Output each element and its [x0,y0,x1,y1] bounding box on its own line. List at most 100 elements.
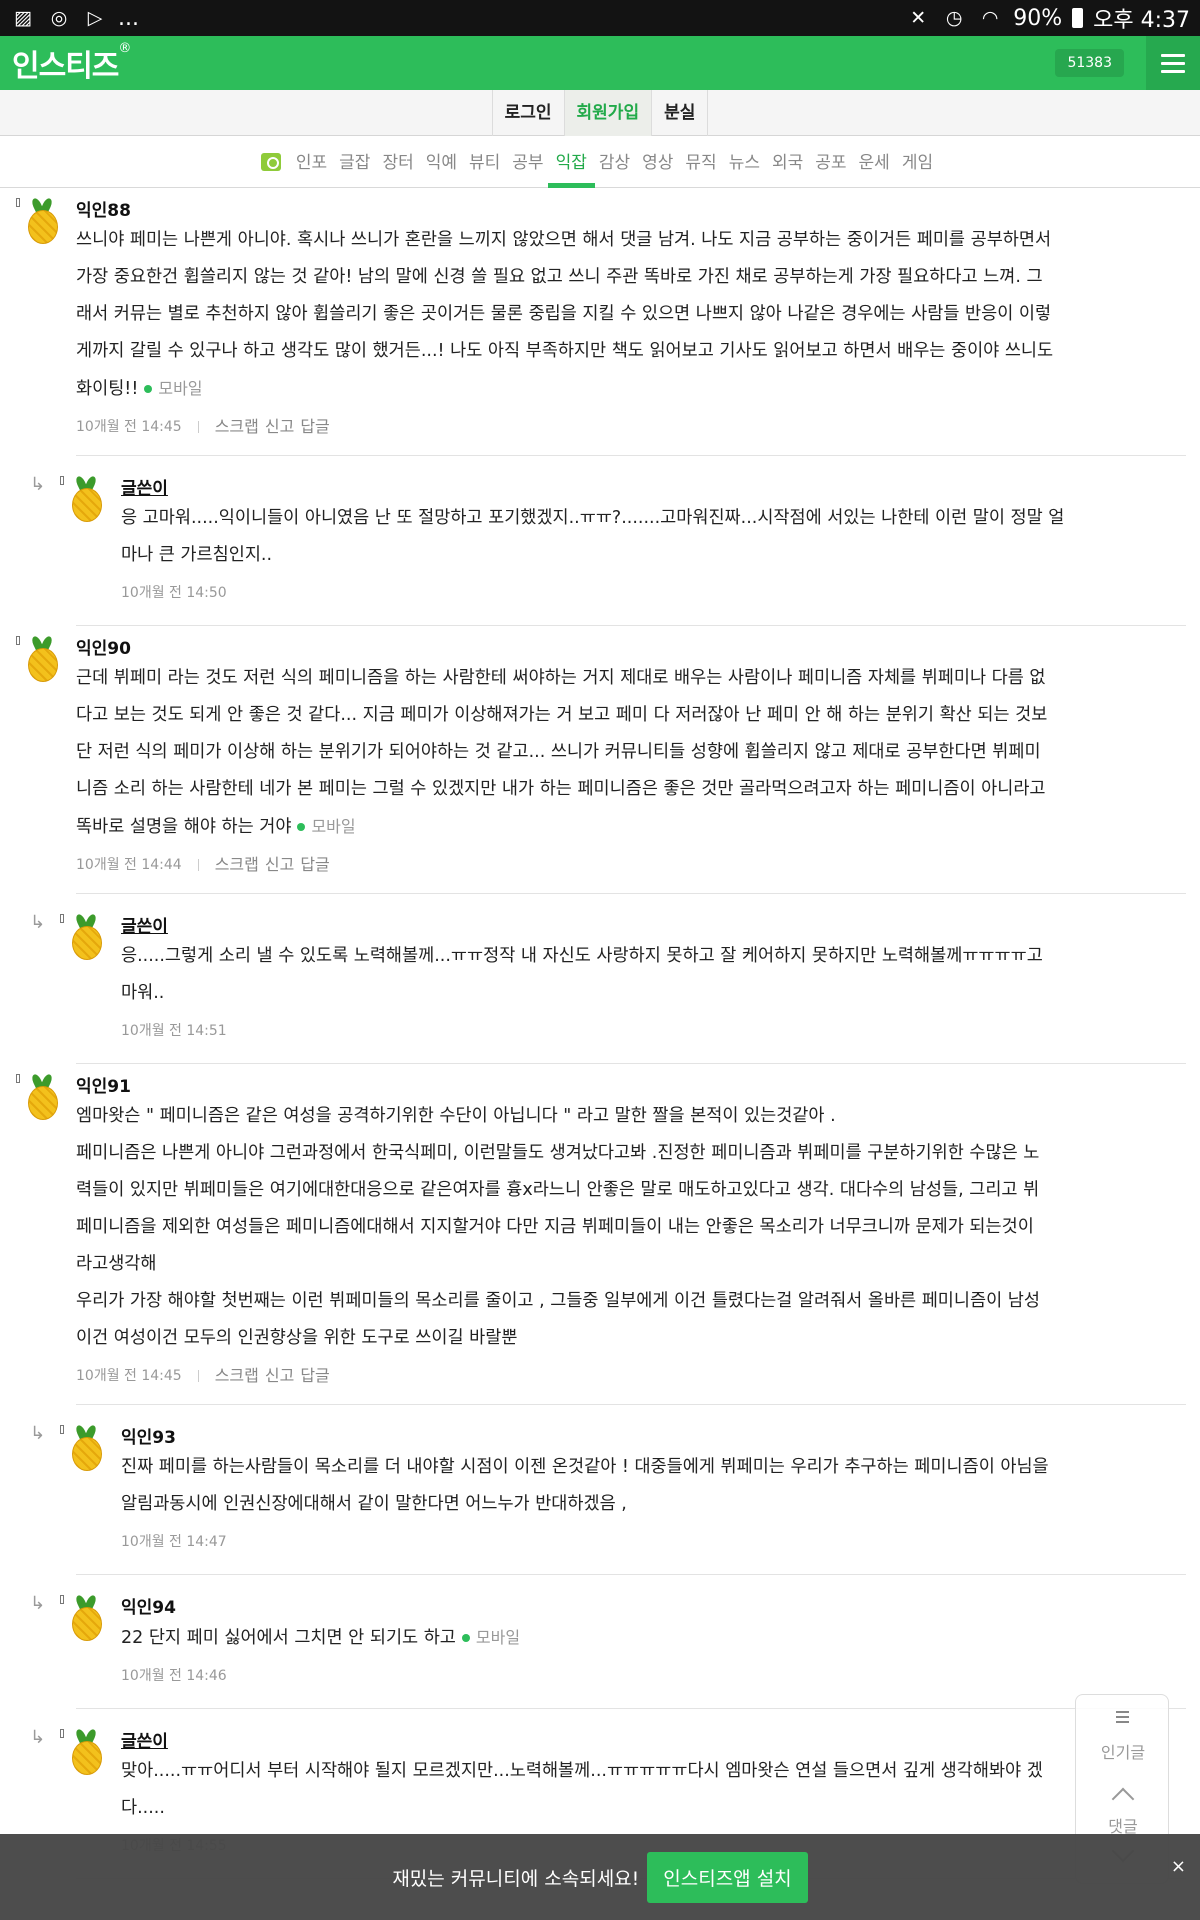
comment-body: 응 고마워.....익이니들이 아니였음 난 또 절망하고 포기했겠지..ㅠㅠ?… [121,500,1190,574]
comment-author[interactable]: 익인91 [76,1076,1190,1098]
comment-time: 10개월 전 14:45 [76,1368,182,1384]
category-tab[interactable]: 공포 [809,148,852,187]
comment-body: 맞아.....ㅠㅠ어디서 부터 시작해야 될지 모르겠지만...노력해볼께...… [121,1753,1190,1827]
hamburger-menu-icon[interactable] [1146,36,1200,90]
avatar [60,914,106,962]
comment-line: 이건 여성이건 모두의 인권향상을 위한 도구로 쓰이길 바랄뿐 [76,1328,518,1348]
comment-meta: 10개월 전 14:51 [121,1012,1190,1050]
avatar [16,198,62,246]
list-icon[interactable] [1116,1711,1129,1726]
close-banner-icon[interactable]: × [1171,1856,1186,1877]
comment-line: 단 저런 식의 페미가 이상해 하는 분위기가 되어야하는 것 같고... 쓰니… [76,742,1041,762]
more-notifications: ... [118,5,139,31]
app-install-banner: 재밌는 커뮤니티에 소속되세요! 인스티즈앱 설치 × [0,1834,1200,1920]
install-app-button[interactable]: 인스티즈앱 설치 [647,1851,808,1903]
category-tab[interactable]: 인포 [290,148,333,187]
image-icon: ▨ [14,7,32,29]
comment-author[interactable]: 익인94 [121,1597,1190,1619]
wifi-icon: ◠ [981,7,999,29]
comment: 익인90 근데 뷔페미 라는 것도 저런 식의 페미니즘을 하는 사람한테 써야하… [0,626,1200,894]
reply-comment: ↳ 익인94 22 단지 페미 싫어에서 그치면 안 되기도 하고 모바일 10개월 전… [0,1575,1200,1709]
avatar [60,1425,106,1473]
comment-line: 가장 중요한건 휩쓸리지 않는 것 같아! 남의 말에 신경 쓸 필요 없고 쓰… [76,267,1043,287]
category-tab[interactable]: 익잡 [547,148,596,188]
comment-body: 응.....그렇게 소리 낼 수 있도록 노력해볼께...ㅠㅠ정작 내 자신도 … [121,938,1190,1012]
comment-line: 맞아.....ㅠㅠ어디서 부터 시작해야 될지 모르겠지만...노력해볼께...… [121,1761,1043,1781]
site-logo[interactable]: 인스티즈® [0,41,131,85]
mute-icon: ✕ [910,7,927,29]
comment-line: 우리가 가장 해야할 첫번째는 이런 뷔페미들의 목소리를 줄이고 , 그들중 … [76,1291,1040,1311]
category-tab[interactable]: 뉴스 [723,148,766,187]
comment-line: 응.....그렇게 소리 낼 수 있도록 노력해볼께...ㅠㅠ정작 내 자신도 … [121,946,1043,966]
comment-author[interactable]: 익인88 [76,200,1190,222]
comment-line: 니즘 소리 하는 사람한테 네가 본 페미는 그럴 수 있겠지만 내가 하는 페… [76,779,1046,799]
play-icon: ▷ [87,7,103,29]
comment-body: 22 단지 페미 싫어에서 그치면 안 되기도 하고 모바일 [121,1619,1190,1657]
comment-line: 똑바로 설명을 해야 하는 거야 모바일 [76,817,356,837]
auth-bar: 로그인 회원가입 분실 [0,89,1200,136]
reply-button[interactable]: 답글 [300,408,329,446]
avatar [60,476,106,524]
lost-account-link[interactable]: 분실 [652,89,709,136]
comment-line: 엠마왓슨 " 페미니즘은 같은 여성을 공격하기위한 수단이 아닙니다 " 라고… [76,1106,836,1126]
avatar [60,1595,106,1643]
signup-link[interactable]: 회원가입 [564,89,653,136]
category-tab[interactable]: 게임 [896,148,939,187]
visitor-counter: 51383 [1055,49,1124,77]
report-button[interactable]: 신고 [265,846,294,884]
comment-line: 22 단지 페미 싫어에서 그치면 안 되기도 하고 모바일 [121,1628,521,1648]
comment-line: 응 고마워.....익이니들이 아니였음 난 또 절망하고 포기했겠지..ㅠㅠ?… [121,508,1065,528]
reply-button[interactable]: 답글 [300,846,329,884]
category-tab[interactable]: 글잡 [333,148,376,187]
category-tab[interactable]: 뷰티 [463,148,506,187]
category-tab[interactable]: 운세 [853,148,896,187]
comment-author[interactable]: 익인93 [121,1427,1190,1449]
comment-line: 화이팅!! 모바일 [76,379,203,399]
report-button[interactable]: 신고 [265,1357,294,1395]
category-tab[interactable]: 감상 [593,148,636,187]
comment-time: 10개월 전 14:45 [76,419,182,435]
scroll-up-icon[interactable] [1111,1787,1135,1811]
category-tab[interactable]: 외국 [766,148,809,187]
comment-body: 엠마왓슨 " 페미니즘은 같은 여성을 공격하기위한 수단이 아닙니다 " 라고… [76,1098,1190,1357]
comment: 익인88 쓰니야 페미는 나쁜게 아니야. 혹시나 쓰니가 혼란을 느끼지 않았으… [0,188,1200,456]
comment-line: 알림과동시에 인권신장에대해서 같이 말한다면 어느누가 반대하겠음 , [121,1494,627,1514]
comment-author[interactable]: 글쓴이 [121,916,1190,938]
reply-comment: ↳ 글쓴이 응.....그렇게 소리 낼 수 있도록 노력해볼께...ㅠㅠ정작 내 … [0,894,1200,1064]
mobile-label: 모바일 [158,379,203,398]
reply-arrow-icon: ↳ [30,1423,46,1444]
comment-time: 10개월 전 14:46 [121,1668,227,1684]
category-tab[interactable]: 뮤직 [679,148,722,187]
category-tab[interactable]: 공부 [506,148,549,187]
comment-author[interactable]: 익인90 [76,638,1190,660]
comment-line: 쓰니야 페미는 나쁜게 아니야. 혹시나 쓰니가 혼란을 느끼지 않았으면 해서… [76,230,1052,250]
battery-icon [1072,8,1084,28]
scrap-button[interactable]: 스크랩 [215,1357,259,1395]
comment-line: 게까지 갈릴 수 있구나 하고 생각도 많이 했거든...! 나도 아직 부족하… [76,341,1054,361]
mobile-label: 모바일 [475,1628,521,1647]
category-tab[interactable]: 익예 [420,148,463,187]
report-button[interactable]: 신고 [265,408,294,446]
avatar [16,636,62,684]
comment-time: 10개월 전 14:50 [121,585,227,601]
mobile-label: 모바일 [311,817,356,836]
comment-line: 마나 큰 가르침인지.. [121,545,273,565]
scrap-button[interactable]: 스크랩 [215,408,259,446]
comment-author[interactable]: 글쓴이 [121,478,1190,500]
battery-percent: 90% [1013,5,1063,31]
comment-line: 근데 뷔페미 라는 것도 저런 식의 페미니즘을 하는 사람한테 써야하는 거지… [76,668,1046,688]
category-tab[interactable]: 장터 [376,148,419,187]
category-tab[interactable]: 영상 [636,148,679,187]
category-home-icon[interactable] [260,153,281,171]
comment-line: 라고생각해 [76,1254,157,1274]
avatar [60,1729,106,1777]
comment-line: 진짜 페미를 하는사람들이 목소리를 더 내야할 시점이 이젠 온것같아 ! 대… [121,1457,1049,1477]
login-link[interactable]: 로그인 [491,89,565,136]
comment-author[interactable]: 글쓴이 [121,1731,1190,1753]
comment-line: 다..... [121,1798,165,1818]
reply-button[interactable]: 답글 [300,1357,329,1395]
scrap-button[interactable]: 스크랩 [215,846,259,884]
alarm-icon: ◷ [945,7,963,29]
popular-posts-link[interactable]: 인기글 [1076,1739,1170,1763]
comment-body: 쓰니야 페미는 나쁜게 아니야. 혹시나 쓰니가 혼란을 느끼지 않았으면 해서… [76,222,1190,408]
